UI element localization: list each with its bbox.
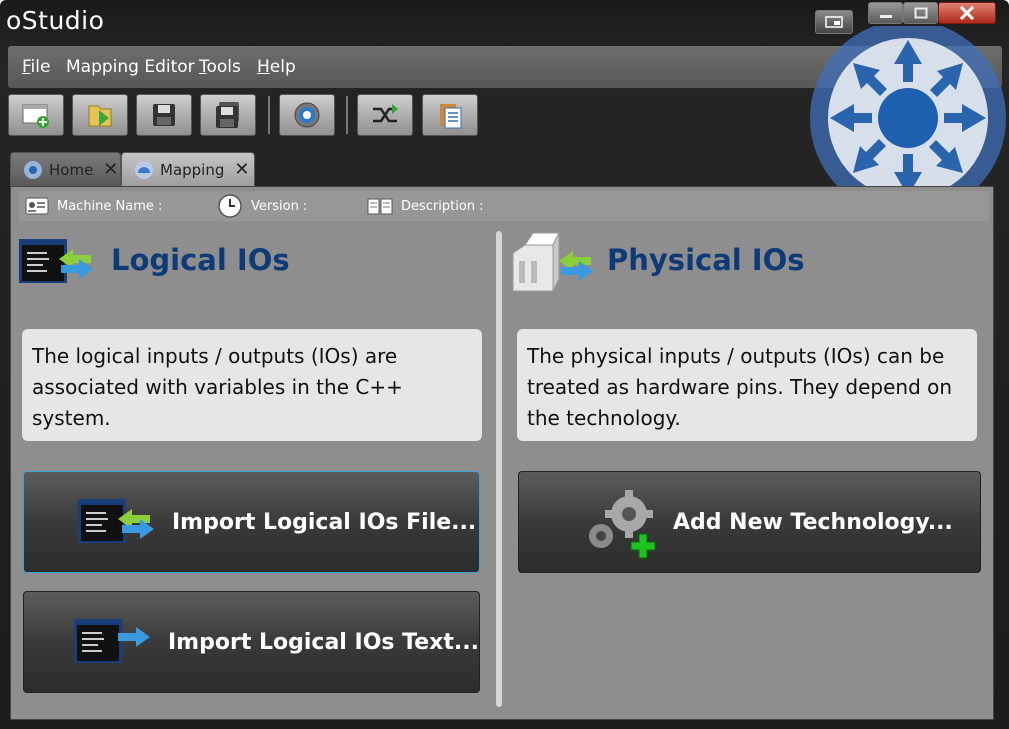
save-button[interactable] — [136, 94, 192, 136]
ostudio-tab-icon — [24, 160, 42, 179]
new-button[interactable] — [8, 94, 64, 136]
menu-mapping-editor[interactable]: Mapping Editor — [66, 57, 195, 77]
minimize-icon — [879, 15, 892, 18]
menu-file[interactable]: File — [22, 57, 50, 77]
new-document-icon — [22, 104, 49, 128]
gears-add-icon — [589, 490, 656, 559]
tab-mapping-label: Mapping — [160, 160, 225, 179]
import-logical-ios-file-label: Import Logical IOs File... — [172, 509, 477, 535]
mapping-icon — [373, 104, 398, 123]
minimize-button[interactable] — [868, 2, 903, 24]
logical-ios-heading: Logical IOs — [111, 243, 290, 277]
import-logical-ios-file-button[interactable]: Import Logical IOs File... — [23, 471, 480, 573]
menu-tools[interactable]: Tools — [199, 57, 241, 77]
import-logical-ios-text-label: Import Logical IOs Text... — [168, 629, 479, 655]
save-all-button[interactable] — [200, 94, 256, 136]
tab-mapping[interactable]: Mapping ✕ — [121, 152, 255, 186]
import-logical-ios-text-button[interactable]: Import Logical IOs Text... — [23, 591, 480, 693]
clipboard-button[interactable] — [422, 94, 478, 136]
mapping-button[interactable] — [357, 94, 413, 136]
tab-home[interactable]: Home ✕ — [10, 152, 121, 186]
panel-splitter[interactable] — [496, 231, 502, 707]
close-button[interactable] — [938, 2, 996, 24]
window-title: oStudio — [6, 6, 105, 35]
physical-ios-description: The physical inputs / outputs (IOs) can … — [517, 329, 977, 441]
machine-info-bar: Machine Name : Version : Description : — [19, 191, 989, 221]
settings-button[interactable] — [279, 94, 335, 136]
add-new-technology-label: Add New Technology... — [673, 509, 953, 535]
toolbar-separator — [346, 96, 348, 134]
close-tab-mapping-icon[interactable]: ✕ — [234, 159, 249, 180]
machine-name-label: Machine Name : — [57, 198, 163, 214]
maximize-icon — [914, 7, 927, 19]
version-field: Version : — [217, 193, 307, 219]
settings-icon — [294, 102, 320, 128]
clipboard-icon — [440, 104, 462, 129]
logical-ios-icon — [74, 619, 150, 663]
open-button[interactable] — [72, 94, 128, 136]
logical-ios-description: The logical inputs / outputs (IOs) are a… — [22, 329, 482, 441]
close-tab-home-icon[interactable]: ✕ — [103, 159, 118, 180]
book-icon — [367, 198, 393, 215]
save-icon — [153, 104, 175, 126]
add-new-technology-button[interactable]: Add New Technology... — [518, 471, 981, 573]
menu-help[interactable]: Help — [257, 57, 296, 77]
physical-ios-icon — [512, 232, 593, 292]
id-card-icon — [25, 197, 49, 215]
open-folder-icon — [88, 105, 112, 127]
app-window: oStudio File Mapping Editor Tools Help H… — [0, 0, 1009, 729]
logical-ios-icon — [78, 499, 154, 543]
tab-home-label: Home — [49, 160, 94, 179]
ostudio-logo-icon — [810, 26, 1006, 191]
close-icon — [959, 6, 975, 20]
mapping-tab-icon — [135, 160, 153, 179]
version-label: Version : — [251, 198, 308, 214]
logical-ios-icon — [19, 239, 93, 283]
clock-icon — [218, 194, 242, 218]
description-label: Description : — [401, 198, 484, 214]
mapping-panel: Machine Name : Version : Description : L… — [10, 186, 994, 720]
toolbar-separator — [268, 96, 270, 134]
machine-name-field: Machine Name : — [25, 197, 162, 215]
physical-ios-heading: Physical IOs — [607, 243, 805, 277]
save-all-icon — [216, 102, 239, 128]
description-field: Description : — [367, 197, 484, 215]
maximize-button[interactable] — [903, 2, 938, 24]
